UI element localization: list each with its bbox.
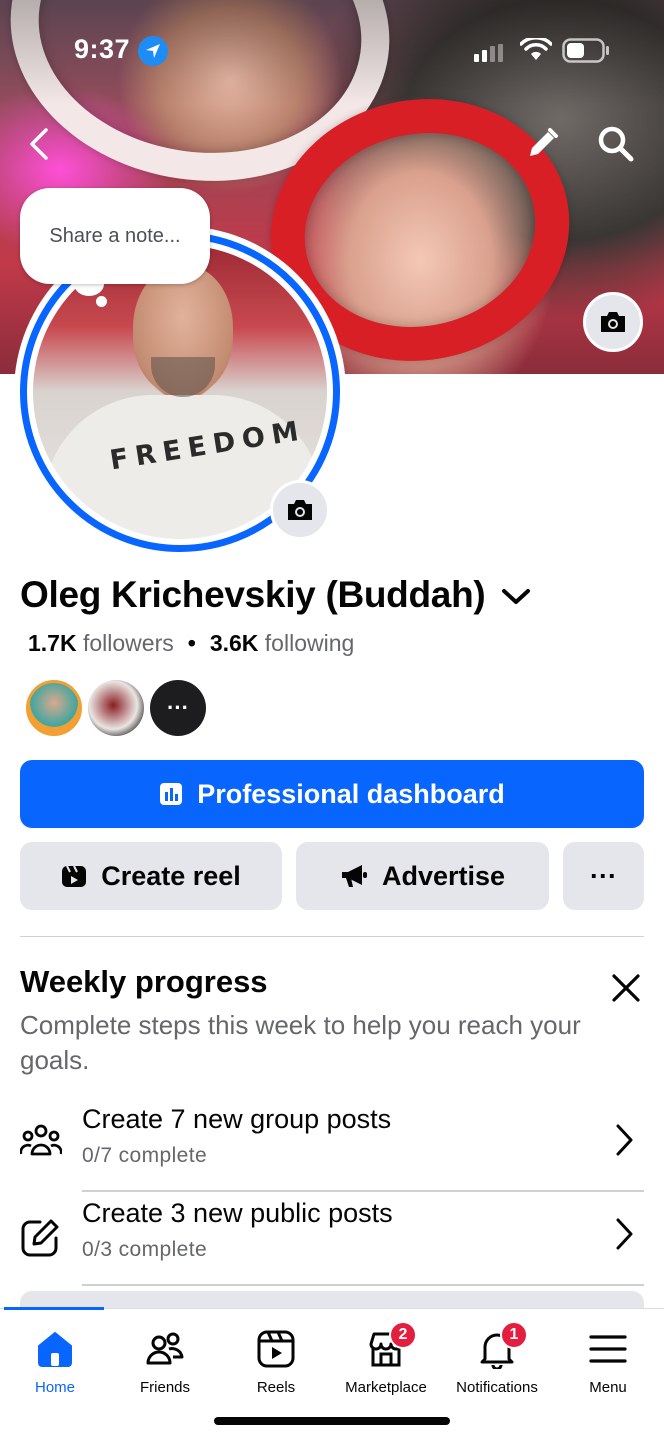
megaphone-icon [340, 863, 368, 889]
wifi-icon [520, 38, 552, 60]
edit-profile-button[interactable] [524, 126, 560, 167]
more-options-button[interactable]: ··· [563, 842, 644, 910]
professional-dashboard-button[interactable]: Professional dashboard [20, 760, 644, 828]
task-row[interactable]: Create 7 new group posts 0/7 complete [0, 1104, 664, 1198]
chevron-down-icon[interactable] [501, 587, 531, 607]
profile-name: Oleg Krichevskiy (Buddah) [20, 574, 486, 615]
marketplace-badge: 2 [389, 1321, 417, 1349]
camera-icon [288, 500, 312, 520]
search-button[interactable] [596, 124, 636, 169]
tab-notifications[interactable]: 1 Notifications [442, 1309, 552, 1409]
followers-link[interactable]: 1.7K followers [28, 630, 174, 656]
edit-cover-button[interactable] [583, 292, 643, 352]
task-title: Create 3 new public posts [82, 1198, 393, 1228]
more-friends-avatar[interactable]: ··· [150, 680, 206, 736]
weekly-progress-description: Complete steps this week to help you rea… [20, 1010, 581, 1075]
friend-avatar[interactable] [26, 680, 82, 736]
chevron-left-icon [30, 128, 48, 160]
more-dots-icon: ··· [590, 860, 617, 891]
home-icon [38, 1332, 72, 1367]
friends-icon [146, 1332, 184, 1365]
edit-square-icon [21, 1219, 59, 1257]
task-title: Create 7 new group posts [82, 1104, 392, 1134]
close-weekly-progress-button[interactable] [610, 972, 642, 1009]
advertise-button[interactable]: Advertise [296, 842, 549, 910]
tab-marketplace[interactable]: 2 Marketplace [331, 1309, 441, 1409]
reel-icon [61, 863, 87, 889]
location-icon [138, 36, 168, 66]
group-icon [20, 1124, 62, 1156]
status-time: 9:37 [74, 34, 131, 64]
friend-avatars[interactable]: ··· [26, 680, 212, 736]
pencil-icon [530, 128, 558, 156]
task-progress: 0/7 complete [82, 1144, 208, 1167]
camera-icon [601, 312, 625, 332]
dashboard-icon [160, 783, 183, 805]
tab-home[interactable]: Home [0, 1309, 110, 1409]
following-link[interactable]: 3.6K following [210, 630, 354, 656]
home-indicator [214, 1417, 450, 1425]
follow-stats: 1.7K followers • 3.6K following [28, 630, 355, 656]
tab-friends[interactable]: Friends [110, 1309, 220, 1409]
signal-icon [474, 44, 503, 62]
share-note-bubble[interactable]: Share a note... [20, 188, 210, 284]
chevron-right-icon [616, 1218, 633, 1250]
back-button[interactable] [24, 126, 56, 167]
notifications-badge: 1 [500, 1321, 528, 1349]
weekly-progress-title: Weekly progress [20, 964, 268, 999]
menu-icon [589, 1335, 627, 1363]
tab-menu[interactable]: Menu [553, 1309, 663, 1409]
edit-profile-picture-button[interactable] [270, 480, 330, 540]
divider [20, 936, 644, 937]
battery-icon [562, 38, 609, 63]
tab-reels[interactable]: Reels [221, 1309, 331, 1409]
status-bar: 9:37 [0, 30, 664, 70]
close-icon [612, 974, 640, 1002]
profile-name-row[interactable]: Oleg Krichevskiy (Buddah) [20, 574, 531, 616]
create-reel-button[interactable]: Create reel [20, 842, 282, 910]
reels-icon [257, 1330, 295, 1368]
search-icon [598, 126, 634, 162]
chevron-right-icon [616, 1124, 633, 1156]
task-progress: 0/3 complete [82, 1238, 208, 1261]
friend-avatar[interactable] [88, 680, 144, 736]
task-row[interactable]: Create 3 new public posts 0/3 complete [0, 1198, 664, 1292]
